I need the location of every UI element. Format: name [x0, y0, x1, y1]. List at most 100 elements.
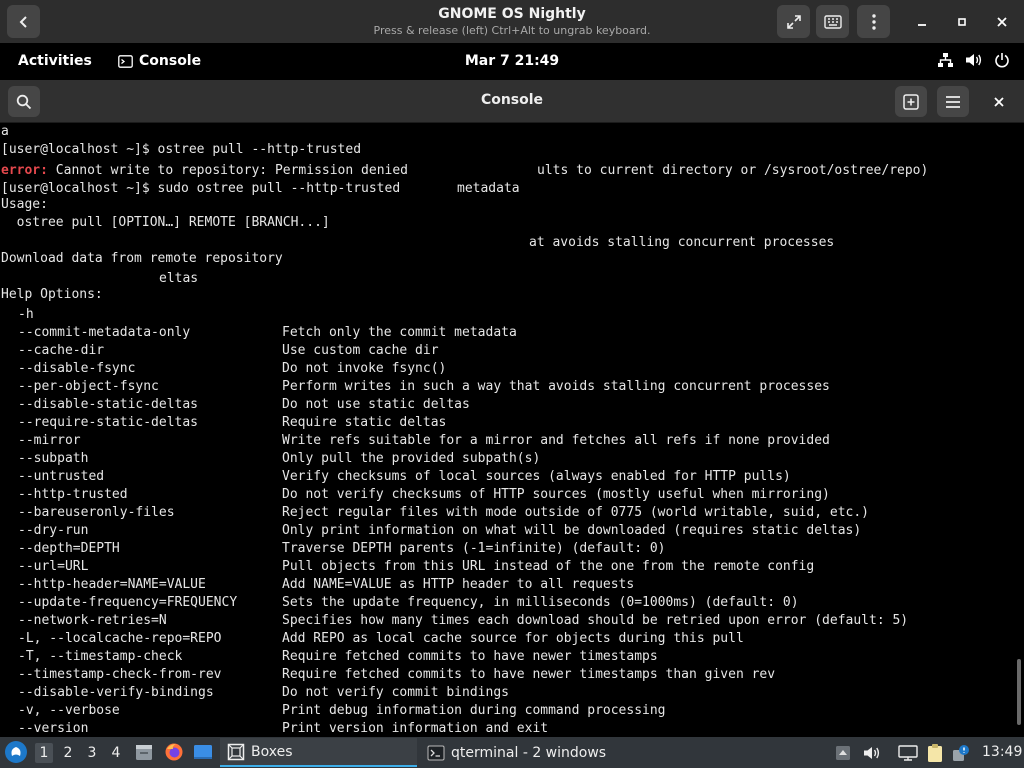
option-row: --disable-fsync Do not invoke fsync() [1, 360, 1011, 378]
option-description: Verify checksums of local sources (alway… [282, 469, 791, 484]
option-description: Do not verify commit bindings [282, 685, 509, 700]
option-flag: -L, --localcache-repo=REPO [18, 631, 222, 646]
option-description: Only pull the provided subpath(s) [282, 451, 541, 466]
option-row: --cache-dir Use custom cache dir [1, 342, 1011, 360]
terminal-glitch-fragment: at avoids stalling concurrent processes [529, 235, 835, 250]
option-description: Write refs suitable for a mirror and fet… [282, 433, 830, 448]
option-flag: --http-header=NAME=VALUE [18, 577, 206, 592]
option-flag: --untrusted [18, 469, 105, 484]
minimize-button[interactable] [912, 12, 932, 32]
option-flag: --bareuseronly-files [18, 505, 175, 520]
terminal-area[interactable]: a [user@localhost ~]$ ostree pull --http… [0, 123, 1024, 737]
tray-updates[interactable] [951, 743, 971, 763]
terminal-line: Usage: [1, 197, 48, 212]
option-flag: -v, --verbose [18, 703, 120, 718]
bottom-panel: 1 2 3 4 Boxes qterminal - 2 windows 13:4… [0, 737, 1024, 768]
option-description: Print version information and exit [282, 721, 549, 736]
option-description: Require static deltas [282, 415, 447, 430]
show-desktop-launcher[interactable] [193, 742, 213, 762]
task-qterminal[interactable]: qterminal - 2 windows [420, 738, 620, 767]
terminal-scrollbar[interactable] [1017, 659, 1021, 725]
terminal-app-icon [118, 54, 133, 68]
application-menu-button[interactable] [5, 741, 27, 763]
app-menu-button[interactable]: Console [118, 53, 201, 69]
option-flag: --disable-verify-bindings [18, 685, 214, 700]
option-row: -L, --localcache-repo=REPO Add REPO as lo… [1, 630, 1011, 648]
option-flag: --subpath [18, 451, 89, 466]
maximize-icon [958, 18, 966, 26]
fullscreen-button[interactable] [777, 5, 810, 38]
option-row: --http-trusted Do not verify checksums of… [1, 486, 1011, 504]
maximize-button[interactable] [952, 12, 972, 32]
terminal-line: a [1, 124, 9, 139]
topbar-clock[interactable]: Mar 7 21:49 [420, 53, 604, 69]
option-description: Require fetched commits to have newer ti… [282, 649, 658, 664]
new-tab-button[interactable] [895, 86, 927, 117]
option-row: --subpath Only pull the provided subpath(… [1, 450, 1011, 468]
workspace-1[interactable]: 1 [35, 743, 53, 763]
option-description: Do not verify checksums of HTTP sources … [282, 487, 830, 502]
option-flag: -h [18, 307, 34, 322]
vm-title-area: GNOME OS Nightly Press & release (left) … [300, 6, 724, 38]
task-label: qterminal - 2 windows [451, 744, 607, 761]
tray-display[interactable] [898, 743, 918, 763]
search-button[interactable] [8, 86, 40, 117]
option-description: Only print information on what will be d… [282, 523, 862, 538]
vm-title: GNOME OS Nightly [438, 6, 586, 22]
option-row: --untrusted Verify checksums of local sou… [1, 468, 1011, 486]
option-row: --url=URL Pull objects from this URL inst… [1, 558, 1011, 576]
terminal-line: Help Options: [1, 287, 103, 302]
main-menu-button[interactable] [937, 86, 969, 117]
option-description: Perform writes in such a way that avoids… [282, 379, 830, 394]
back-button[interactable] [7, 5, 40, 38]
option-description: Add REPO as local cache source for objec… [282, 631, 744, 646]
option-row: -T, --timestamp-check Require fetched com… [1, 648, 1011, 666]
vm-subtitle: Press & release (left) Ctrl+Alt to ungra… [373, 24, 651, 37]
option-flag: --version [18, 721, 89, 736]
more-vertical-icon [871, 13, 876, 30]
terminal-icon [427, 745, 445, 760]
desktop-icon [194, 745, 212, 759]
tray-volume[interactable] [862, 743, 882, 763]
option-flag: -T, --timestamp-check [18, 649, 183, 664]
vm-menu-button[interactable] [857, 5, 890, 38]
option-flag: --cache-dir [18, 343, 105, 358]
option-row: --dry-run Only print information on what … [1, 522, 1011, 540]
option-row: --timestamp-check-from-rev Require fetche… [1, 666, 1011, 684]
keyboard-icon [823, 14, 842, 29]
option-description: Do not use static deltas [282, 397, 470, 412]
fullscreen-icon [786, 14, 801, 29]
workspace-2[interactable]: 2 [59, 743, 77, 763]
option-description: Add NAME=VALUE as HTTP header to all req… [282, 577, 635, 592]
system-tray[interactable] [937, 52, 1010, 68]
close-button[interactable] [992, 12, 1012, 32]
task-label: Boxes [251, 743, 293, 760]
activities-button[interactable]: Activities [18, 53, 92, 69]
task-boxes[interactable]: Boxes [220, 738, 417, 767]
terminal-line: Download data from remote repository [1, 251, 283, 266]
keyboard-button[interactable] [816, 5, 849, 38]
workspace-3[interactable]: 3 [83, 743, 101, 763]
option-description: Require fetched commits to have newer ti… [282, 667, 776, 682]
option-row: --commit-metadata-only Fetch only the com… [1, 324, 1011, 342]
file-manager-launcher[interactable] [134, 742, 154, 762]
workspace-4[interactable]: 4 [107, 743, 125, 763]
option-description: Specifies how many times each download s… [282, 613, 909, 628]
console-close-button[interactable] [988, 91, 1010, 113]
panel-clock[interactable]: 13:49 [982, 744, 1022, 760]
power-icon [995, 53, 1009, 68]
option-row: --per-object-fsync Perform writes in such… [1, 378, 1011, 396]
console-headerbar: Console [0, 80, 1024, 123]
terminal-glitch-fragment: eltas [159, 271, 199, 286]
firefox-launcher[interactable] [164, 742, 184, 762]
tray-clipboard[interactable] [925, 743, 945, 763]
close-icon [994, 97, 1004, 107]
error-message: Cannot write to repository: Permission d… [55, 163, 408, 178]
option-flag: --update-frequency=FREQUENCY [18, 595, 238, 610]
option-row: --http-header=NAME=VALUE Add NAME=VALUE a… [1, 576, 1011, 594]
app-launcher-icon [11, 747, 21, 756]
tray-arrow[interactable] [833, 743, 853, 763]
terminal-glitch-fragment: ults to current directory or /sysroot/os… [537, 163, 929, 178]
volume-icon [864, 747, 880, 759]
option-flag: --network-retries=N [18, 613, 167, 628]
